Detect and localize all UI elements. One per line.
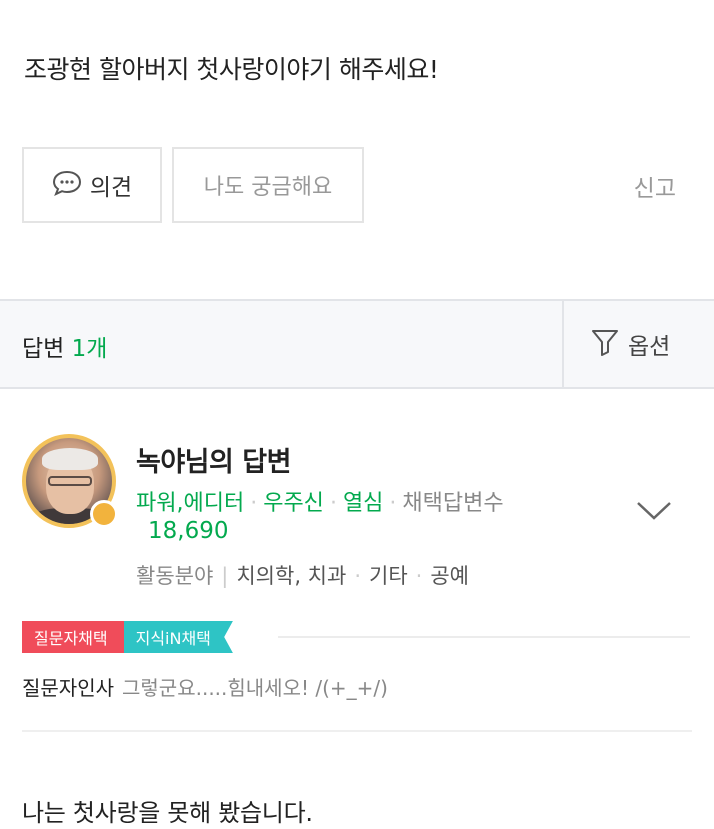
- answer-count: 답변 1개: [22, 329, 107, 363]
- divider: [22, 730, 692, 732]
- answerer-badge: 열심: [342, 491, 384, 516]
- answerer-nickname[interactable]: 녹야님의 답변: [136, 440, 291, 479]
- divider: [278, 636, 690, 638]
- answer-body: 나는 첫사랑을 못해 봤습니다.: [22, 799, 313, 827]
- opinion-button[interactable]: 의견: [22, 147, 162, 223]
- activity-field-label: 활동분야: [136, 564, 214, 588]
- adopted-label: 채택답변수: [402, 491, 504, 516]
- question-title: 조광현 할아버지 첫사랑이야기 해주세요!: [24, 55, 439, 84]
- option-button[interactable]: 옵션: [590, 327, 670, 361]
- adoption-tags: 질문자채택 지식iN채택: [22, 621, 233, 653]
- kin-adopted-tag: 지식iN채택: [123, 621, 233, 653]
- greeting-text: 그렇군요.....힘내세오! /(+_+/): [122, 676, 388, 700]
- speech-bubble-icon: [52, 170, 82, 200]
- answer-count-label: 답변: [22, 336, 65, 362]
- questioner-greeting: 질문자인사 그렇군요.....힘내세오! /(+_+/): [22, 672, 388, 701]
- activity-field-item: 기타: [369, 564, 408, 588]
- question-actions: 의견 나도 궁금해요 신고: [22, 147, 690, 223]
- answer-count-number: 1개: [71, 336, 108, 362]
- report-link[interactable]: 신고: [634, 169, 676, 203]
- answerer-level: 우주신: [263, 491, 324, 516]
- filter-funnel-icon: [590, 328, 620, 360]
- chevron-down-icon[interactable]: [636, 500, 672, 526]
- greeting-label: 질문자인사: [22, 676, 114, 700]
- option-button-label: 옵션: [628, 334, 671, 360]
- answers-header: 답변 1개 옵션: [0, 299, 714, 389]
- answerer-meta: 파워,에디터 · 우주신 · 열심 · 채택답변수: [136, 491, 504, 516]
- activity-fields: 활동분야 | 치의학, 치과 · 기타 · 공예: [136, 564, 469, 588]
- activity-field-item: 치의학, 치과: [236, 564, 347, 588]
- answerer-grade: 파워,에디터: [136, 491, 245, 516]
- activity-field-item: 공예: [430, 564, 469, 588]
- opinion-button-label: 의견: [89, 175, 133, 201]
- option-divider: [562, 301, 564, 387]
- curious-button-label: 나도 궁금해요: [203, 175, 333, 200]
- crown-badge-icon: [90, 500, 118, 528]
- adopted-count: 18,690: [148, 518, 229, 544]
- questioner-adopted-tag: 질문자채택: [22, 621, 124, 653]
- curious-button[interactable]: 나도 궁금해요: [172, 147, 364, 223]
